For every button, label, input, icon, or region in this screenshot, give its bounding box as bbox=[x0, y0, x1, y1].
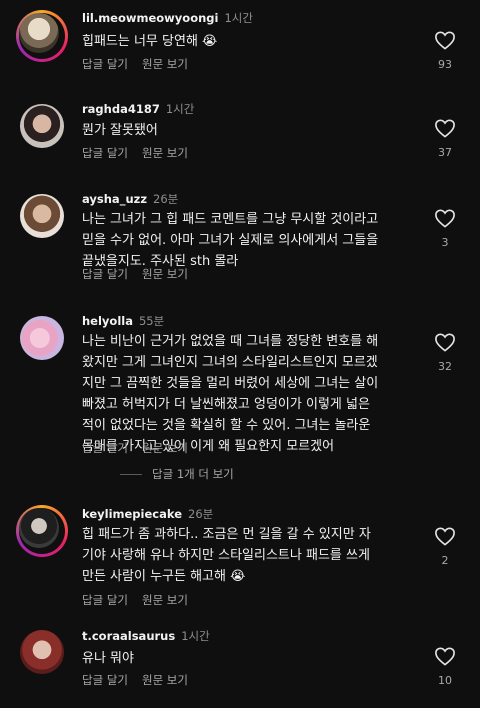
like-count: 37 bbox=[438, 146, 452, 159]
divider bbox=[120, 474, 142, 475]
like-count: 3 bbox=[441, 236, 449, 249]
comment-text: 힙 패드가 좀 과하다.. 조금은 먼 길을 갈 수 있지만 자기야 사랑해 유… bbox=[82, 527, 371, 584]
reply-button[interactable]: 답글 달기 bbox=[82, 593, 128, 607]
avatar[interactable] bbox=[16, 190, 70, 244]
comment-text: 나는 그녀가 그 힙 패드 코멘트를 그냥 무시할 것이라고 믿을 수가 없어.… bbox=[82, 212, 379, 269]
like-count: 10 bbox=[438, 674, 452, 687]
avatar[interactable] bbox=[16, 626, 70, 680]
heart-icon bbox=[435, 31, 455, 50]
reply-button[interactable]: 답글 달기 bbox=[82, 673, 128, 687]
heart-icon bbox=[435, 209, 455, 228]
like-button[interactable]: 10 bbox=[430, 646, 460, 687]
see-original-button[interactable]: 원문 보기 bbox=[142, 441, 188, 455]
timestamp: 26분 bbox=[153, 192, 179, 206]
like-button[interactable]: 3 bbox=[430, 208, 460, 249]
like-count: 32 bbox=[438, 360, 452, 373]
timestamp: 1시간 bbox=[224, 11, 253, 25]
view-more-replies-button[interactable]: 답글 1개 더 보기 bbox=[120, 466, 234, 482]
comment-text: 나는 비난이 근거가 없었을 때 그녀를 정당한 변호를 해왔지만 그게 그녀인… bbox=[82, 334, 379, 454]
like-count: 2 bbox=[441, 554, 449, 567]
reply-button[interactable]: 답글 달기 bbox=[82, 57, 128, 71]
see-original-button[interactable]: 원문 보기 bbox=[142, 146, 188, 160]
username[interactable]: helyolla bbox=[82, 314, 133, 328]
heart-icon bbox=[435, 647, 455, 666]
timestamp: 1시간 bbox=[181, 629, 210, 643]
avatar-image bbox=[19, 508, 59, 548]
comment-text: 유나 뭐야 bbox=[82, 651, 134, 666]
avatar-image bbox=[20, 194, 64, 238]
see-original-button[interactable]: 원문 보기 bbox=[142, 673, 188, 687]
avatar[interactable] bbox=[16, 100, 70, 154]
timestamp: 26분 bbox=[188, 507, 214, 521]
reply-button[interactable]: 답글 달기 bbox=[82, 441, 128, 455]
avatar-image bbox=[20, 316, 64, 360]
like-button[interactable]: 2 bbox=[430, 526, 460, 567]
like-button[interactable]: 37 bbox=[430, 118, 460, 159]
reply-button[interactable]: 답글 달기 bbox=[82, 146, 128, 160]
see-original-button[interactable]: 원문 보기 bbox=[142, 57, 188, 71]
reply-button[interactable]: 답글 달기 bbox=[82, 267, 128, 281]
see-original-button[interactable]: 원문 보기 bbox=[142, 593, 188, 607]
timestamp: 1시간 bbox=[165, 102, 195, 116]
avatar-image bbox=[20, 630, 64, 674]
username[interactable]: lil.meowmeowyoongi bbox=[82, 11, 218, 25]
timestamp: 55분 bbox=[138, 314, 165, 328]
avatar-image bbox=[19, 13, 59, 53]
heart-icon bbox=[435, 333, 455, 352]
heart-icon bbox=[435, 527, 455, 546]
username[interactable]: raghda4187 bbox=[82, 102, 160, 116]
like-button[interactable]: 93 bbox=[430, 30, 460, 71]
view-more-replies-label: 답글 1개 더 보기 bbox=[152, 467, 234, 481]
heart-icon bbox=[435, 119, 455, 138]
username[interactable]: aysha_uzz bbox=[82, 192, 147, 206]
avatar-image bbox=[20, 104, 64, 148]
like-button[interactable]: 32 bbox=[430, 332, 460, 373]
avatar[interactable] bbox=[16, 312, 70, 366]
comment-text: 힙패드는 너무 당연해 😭 bbox=[82, 34, 218, 49]
username[interactable]: keylimepiecake bbox=[82, 507, 182, 521]
username[interactable]: t.coraalsaurus bbox=[82, 629, 175, 643]
avatar[interactable] bbox=[16, 505, 70, 559]
see-original-button[interactable]: 원문 보기 bbox=[142, 267, 188, 281]
comment-text: 뭔가 잘못됐어 bbox=[82, 123, 158, 138]
like-count: 93 bbox=[438, 58, 452, 71]
avatar[interactable] bbox=[16, 10, 70, 64]
